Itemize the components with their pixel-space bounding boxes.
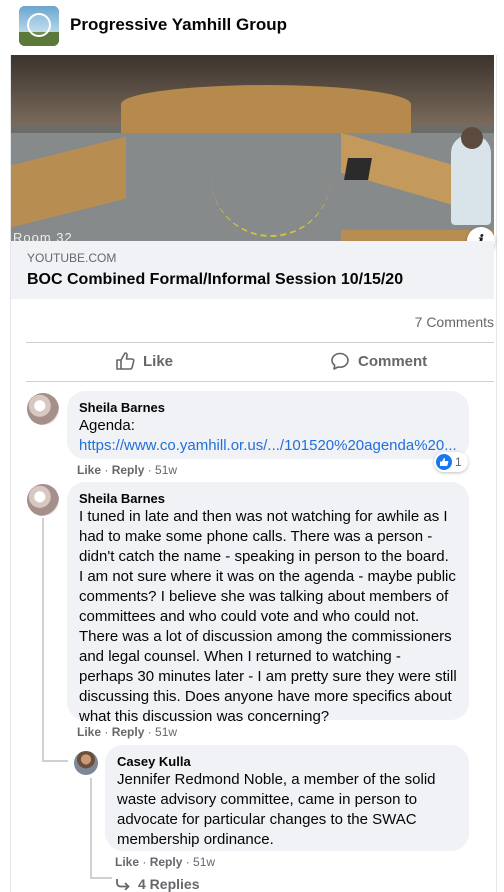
video-thumbnail[interactable]: Room 32 (11, 55, 494, 241)
comment-text: I tuned in late and then was not watchin… (79, 508, 457, 725)
comment-author[interactable]: Sheila Barnes (79, 399, 457, 416)
link-domain: YOUTUBE.COM (27, 251, 117, 265)
reaction-badge[interactable]: 1 (434, 452, 468, 472)
replies-label: 4 Replies (138, 876, 200, 892)
comment-count[interactable]: 7 Comments (415, 314, 494, 330)
reply-author[interactable]: Casey Kulla (117, 753, 457, 770)
avatar[interactable] (74, 751, 98, 775)
group-avatar[interactable] (19, 6, 59, 46)
link-title[interactable]: BOC Combined Formal/Informal Session 10/… (27, 271, 403, 289)
reply-reply-link[interactable]: Reply (150, 855, 183, 869)
video-overlay-text: Room 32 (13, 230, 73, 241)
comment-button[interactable]: Comment (330, 343, 427, 379)
like-reaction-icon (436, 454, 452, 470)
reaction-count: 1 (455, 455, 462, 469)
avatar[interactable] (27, 484, 59, 516)
post-header: Progressive Yamhill Group (0, 0, 504, 55)
comment-like-link[interactable]: Like (77, 463, 101, 477)
comment-time[interactable]: 51w (155, 725, 177, 739)
thumbs-up-icon (116, 352, 135, 370)
thread-line (42, 760, 68, 762)
comment-text: Agenda: (79, 417, 135, 434)
avatar[interactable] (27, 393, 59, 425)
comment-meta: Like · Reply · 51w (77, 463, 178, 477)
comment-time[interactable]: 51w (155, 463, 177, 477)
comment-icon (331, 352, 349, 370)
like-label: Like (143, 352, 174, 370)
comment-meta: Like · Reply · 51w (77, 725, 178, 739)
comment-label: Comment (358, 352, 428, 370)
comment-link[interactable]: https://www.co.yamhill.or.us/.../101520%… (79, 436, 457, 456)
thread-line (42, 518, 44, 761)
thread-line (90, 877, 112, 879)
view-more-replies[interactable]: 4 Replies (116, 876, 199, 892)
group-name[interactable]: Progressive Yamhill Group (70, 15, 287, 35)
reply-text: Jennifer Redmond Noble, a member of the … (117, 771, 436, 848)
reply-like-link[interactable]: Like (115, 855, 139, 869)
link-preview[interactable]: YOUTUBE.COM BOC Combined Formal/Informal… (11, 241, 494, 299)
comment-reply-link[interactable]: Reply (112, 725, 145, 739)
comment-bubble: Sheila Barnes I tuned in late and then w… (67, 482, 469, 725)
reply-time[interactable]: 51w (193, 855, 215, 869)
comment-like-link[interactable]: Like (77, 725, 101, 739)
thread-line (90, 778, 92, 878)
comment-bubble: Sheila Barnes Agenda: https://www.co.yam… (67, 391, 469, 459)
comment-author[interactable]: Sheila Barnes (79, 490, 457, 507)
reply-arrow-icon (116, 879, 130, 890)
reply-bubble: Casey Kulla Jennifer Redmond Noble, a me… (105, 745, 469, 851)
comment-reply-link[interactable]: Reply (112, 463, 145, 477)
like-button[interactable]: Like (115, 343, 173, 379)
reply-meta: Like · Reply · 51w (115, 855, 216, 869)
divider (26, 381, 494, 382)
